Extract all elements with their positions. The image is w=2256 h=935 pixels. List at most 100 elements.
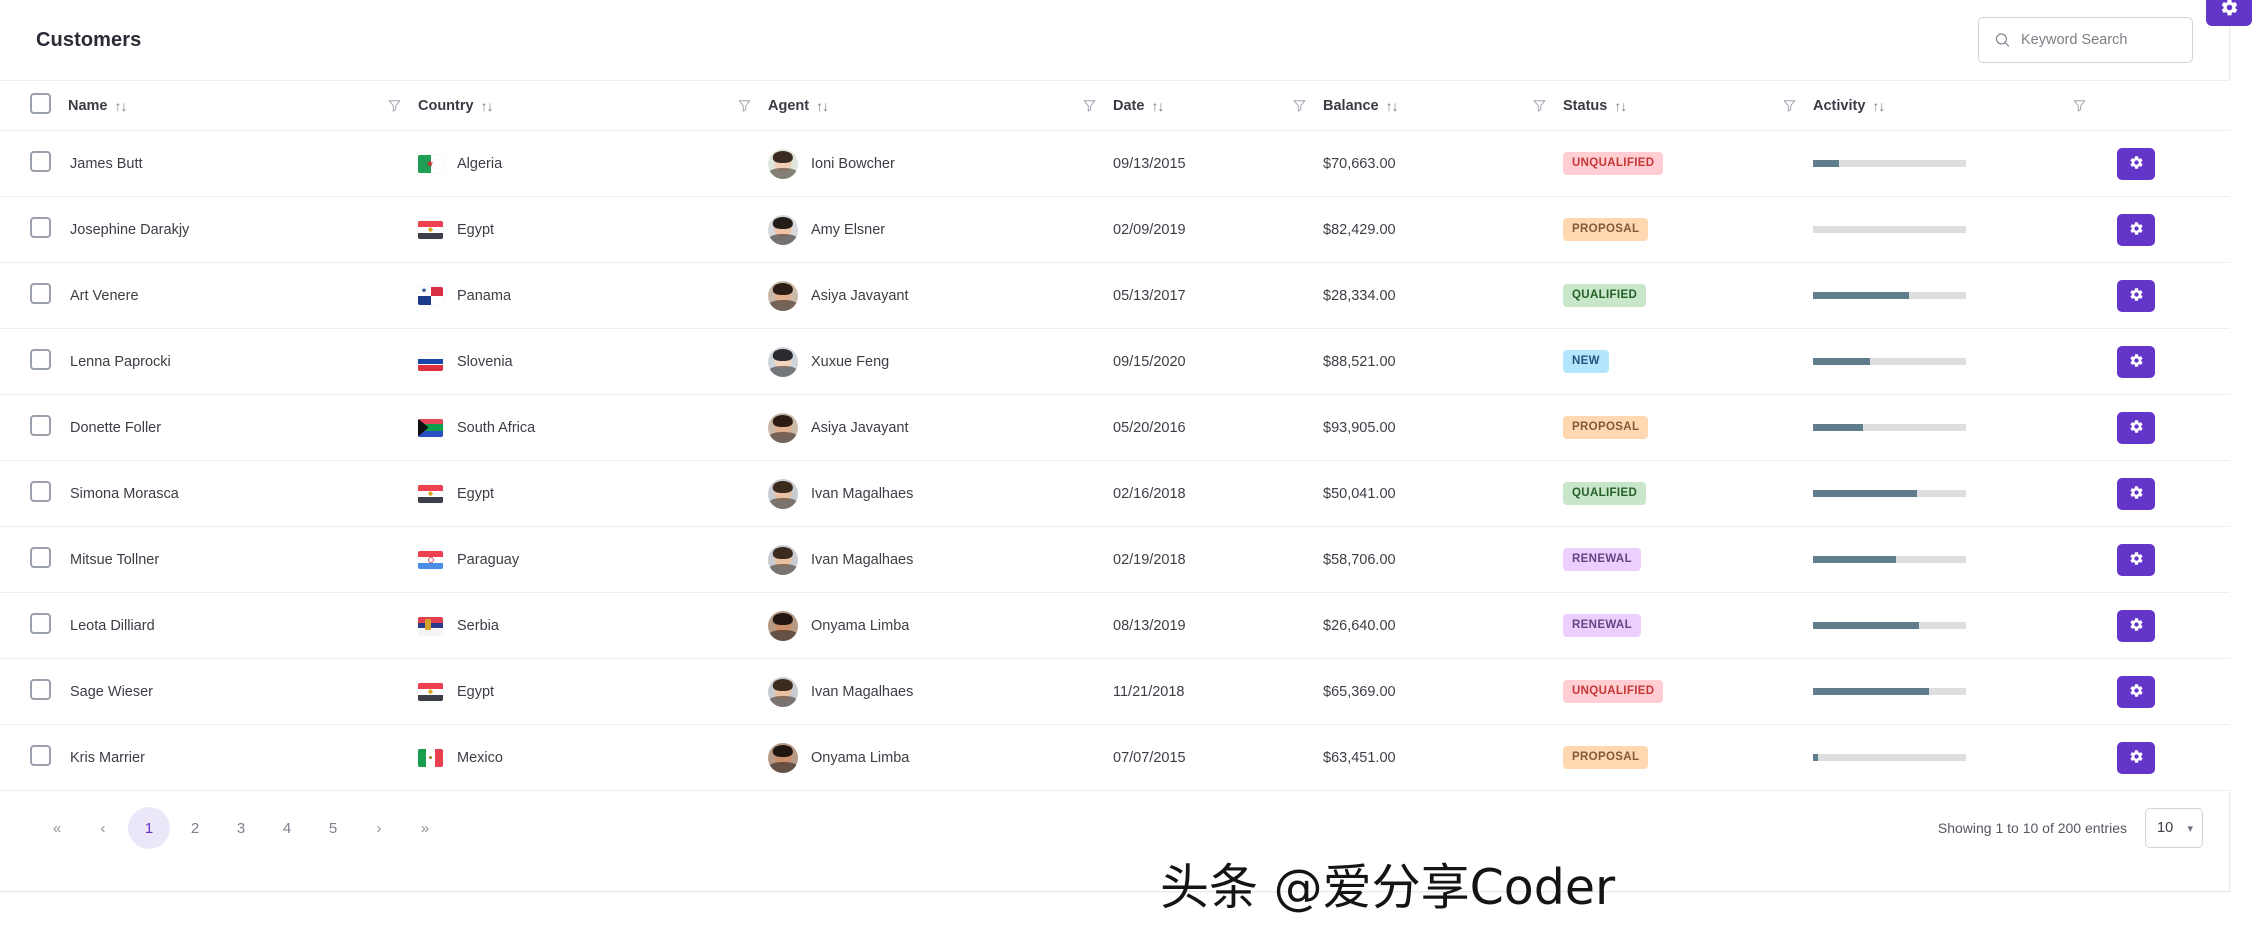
row-checkbox[interactable] — [30, 283, 51, 304]
column-title: Status — [1563, 97, 1608, 114]
cell-action — [2103, 658, 2230, 725]
filter-icon-country[interactable] — [737, 98, 752, 113]
table-row[interactable]: Art Venere ★ Panama Asiya Javayant 05/13/201… — [0, 262, 2230, 329]
pagination-page-1[interactable]: 1 — [128, 807, 170, 849]
cell-activity — [1813, 724, 2103, 791]
activity-progress-fill — [1813, 160, 1839, 167]
row-settings-button[interactable] — [2117, 411, 2155, 444]
sort-icon[interactable]: ↑↓ — [816, 99, 829, 113]
cell-name: Mitsue Tollner — [68, 526, 418, 593]
row-checkbox[interactable] — [30, 481, 51, 502]
column-label-country[interactable]: Country ↑↓ — [418, 98, 494, 114]
row-settings-button[interactable] — [2117, 609, 2155, 642]
column-header-date[interactable]: Date ↑↓ — [1113, 80, 1323, 131]
column-header-agent[interactable]: Agent ↑↓ — [768, 80, 1113, 131]
status-badge: RENEWAL — [1563, 548, 1641, 571]
filter-icon-agent[interactable] — [1082, 98, 1097, 113]
search-input[interactable] — [2021, 32, 2181, 48]
gear-icon — [2129, 749, 2144, 767]
settings-corner-button[interactable] — [2206, 0, 2252, 26]
cell-agent: Xuxue Feng — [768, 328, 1113, 395]
pagination-first[interactable]: « — [36, 807, 78, 849]
row-checkbox[interactable] — [30, 745, 51, 766]
row-checkbox[interactable] — [30, 415, 51, 436]
card-header: Customers — [0, 0, 2229, 80]
row-settings-button[interactable] — [2117, 477, 2155, 510]
column-label-activity[interactable]: Activity ↑↓ — [1813, 98, 1885, 114]
filter-icon-name[interactable] — [387, 98, 402, 113]
cell-balance: $26,640.00 — [1323, 592, 1563, 659]
column-header-balance[interactable]: Balance ↑↓ — [1323, 80, 1563, 131]
column-label-status[interactable]: Status ↑↓ — [1563, 97, 1627, 114]
sort-icon[interactable]: ↑↓ — [481, 99, 494, 113]
search-box[interactable] — [1978, 17, 2193, 63]
row-checkbox[interactable] — [30, 679, 51, 700]
cell-date: 11/21/2018 — [1113, 658, 1323, 725]
column-label-name[interactable]: Name ↑↓ — [68, 98, 128, 114]
header-row: Name ↑↓ Country ↑↓ Agent ↑↓ Date ↑↓ Balance ↑↓ Sta… — [0, 80, 2230, 131]
sort-icon[interactable]: ↑↓ — [1614, 99, 1627, 113]
row-settings-button[interactable] — [2117, 147, 2155, 180]
gear-icon — [2129, 287, 2144, 305]
sort-icon[interactable]: ↑↓ — [115, 99, 128, 113]
table-row[interactable]: James Butt ★ Algeria Ioni Bowcher 09/13/2015… — [0, 130, 2230, 197]
filter-icon-status[interactable] — [1782, 98, 1797, 113]
pagination-prev[interactable]: ‹ — [82, 807, 124, 849]
table-row[interactable]: Kris Marrier ● Mexico Onyama Limba 07/07/201… — [0, 724, 2230, 791]
sort-icon[interactable]: ↑↓ — [1151, 99, 1164, 113]
sort-icon[interactable]: ↑↓ — [1872, 99, 1885, 113]
column-label-agent[interactable]: Agent ↑↓ — [768, 98, 829, 114]
cell-status: PROPOSAL — [1563, 724, 1813, 791]
row-settings-button[interactable] — [2117, 279, 2155, 312]
column-label-date[interactable]: Date ↑↓ — [1113, 98, 1164, 114]
column-header-status[interactable]: Status ↑↓ — [1563, 80, 1813, 131]
row-checkbox[interactable] — [30, 547, 51, 568]
cell-country: Slovenia — [418, 328, 768, 395]
row-checkbox[interactable] — [30, 349, 51, 370]
table-row[interactable]: Mitsue Tollner Paraguay Ivan Magalhaes 02/1… — [0, 526, 2230, 593]
country-label: Algeria — [457, 155, 503, 172]
table-row[interactable]: Sage Wieser ◆ Egypt Ivan Magalhaes 11/21/201… — [0, 658, 2230, 725]
cell-country: South Africa — [418, 394, 768, 461]
cell-country: ◆ Egypt — [418, 196, 768, 263]
column-header-activity[interactable]: Activity ↑↓ — [1813, 80, 2103, 131]
select-all-checkbox[interactable] — [30, 93, 51, 114]
row-checkbox[interactable] — [30, 217, 51, 238]
cell-action — [2103, 130, 2230, 197]
row-settings-button[interactable] — [2117, 543, 2155, 576]
pagination-next[interactable]: › — [358, 807, 400, 849]
column-header-name[interactable]: Name ↑↓ — [68, 80, 418, 131]
row-checkbox[interactable] — [30, 151, 51, 172]
pagination-page-5[interactable]: 5 — [312, 807, 354, 849]
pagination-page-2[interactable]: 2 — [174, 807, 216, 849]
cell-country: ★ Algeria — [418, 130, 768, 197]
table-row[interactable]: Leota Dilliard Serbia Onyama Limba 08/13/20… — [0, 592, 2230, 659]
cell-agent: Ioni Bowcher — [768, 130, 1113, 197]
pagination-page-4[interactable]: 4 — [266, 807, 308, 849]
avatar — [768, 412, 798, 443]
row-settings-button[interactable] — [2117, 675, 2155, 708]
row-settings-button[interactable] — [2117, 213, 2155, 246]
table-row[interactable]: Donette Foller South Africa Asiya Javayant… — [0, 394, 2230, 461]
column-label-balance[interactable]: Balance ↑↓ — [1323, 98, 1399, 114]
row-select-cell — [0, 130, 68, 197]
filter-icon-balance[interactable] — [1532, 98, 1547, 113]
gear-icon — [2129, 551, 2144, 569]
table-row[interactable]: Simona Morasca ◆ Egypt Ivan Magalhaes 02/16/… — [0, 460, 2230, 527]
sort-icon[interactable]: ↑↓ — [1386, 99, 1399, 113]
row-settings-button[interactable] — [2117, 741, 2155, 774]
pagination-last[interactable]: » — [404, 807, 446, 849]
pagination-page-3[interactable]: 3 — [220, 807, 262, 849]
row-settings-button[interactable] — [2117, 345, 2155, 378]
row-checkbox[interactable] — [30, 613, 51, 634]
table-row[interactable]: Lenna Paprocki Slovenia Xuxue Feng 09/15/20… — [0, 328, 2230, 395]
filter-icon-activity[interactable] — [2072, 98, 2087, 113]
filter-icon-date[interactable] — [1292, 98, 1307, 113]
column-header-country[interactable]: Country ↑↓ — [418, 80, 768, 131]
activity-progress-fill — [1813, 754, 1818, 761]
cell-date: 08/13/2019 — [1113, 592, 1323, 659]
table-row[interactable]: Josephine Darakjy ◆ Egypt Amy Elsner 02/09/2… — [0, 196, 2230, 263]
rows-per-page-select[interactable]: 10 ▾ — [2145, 808, 2203, 848]
activity-progress-bar — [1813, 754, 1966, 761]
cell-balance: $70,663.00 — [1323, 130, 1563, 197]
